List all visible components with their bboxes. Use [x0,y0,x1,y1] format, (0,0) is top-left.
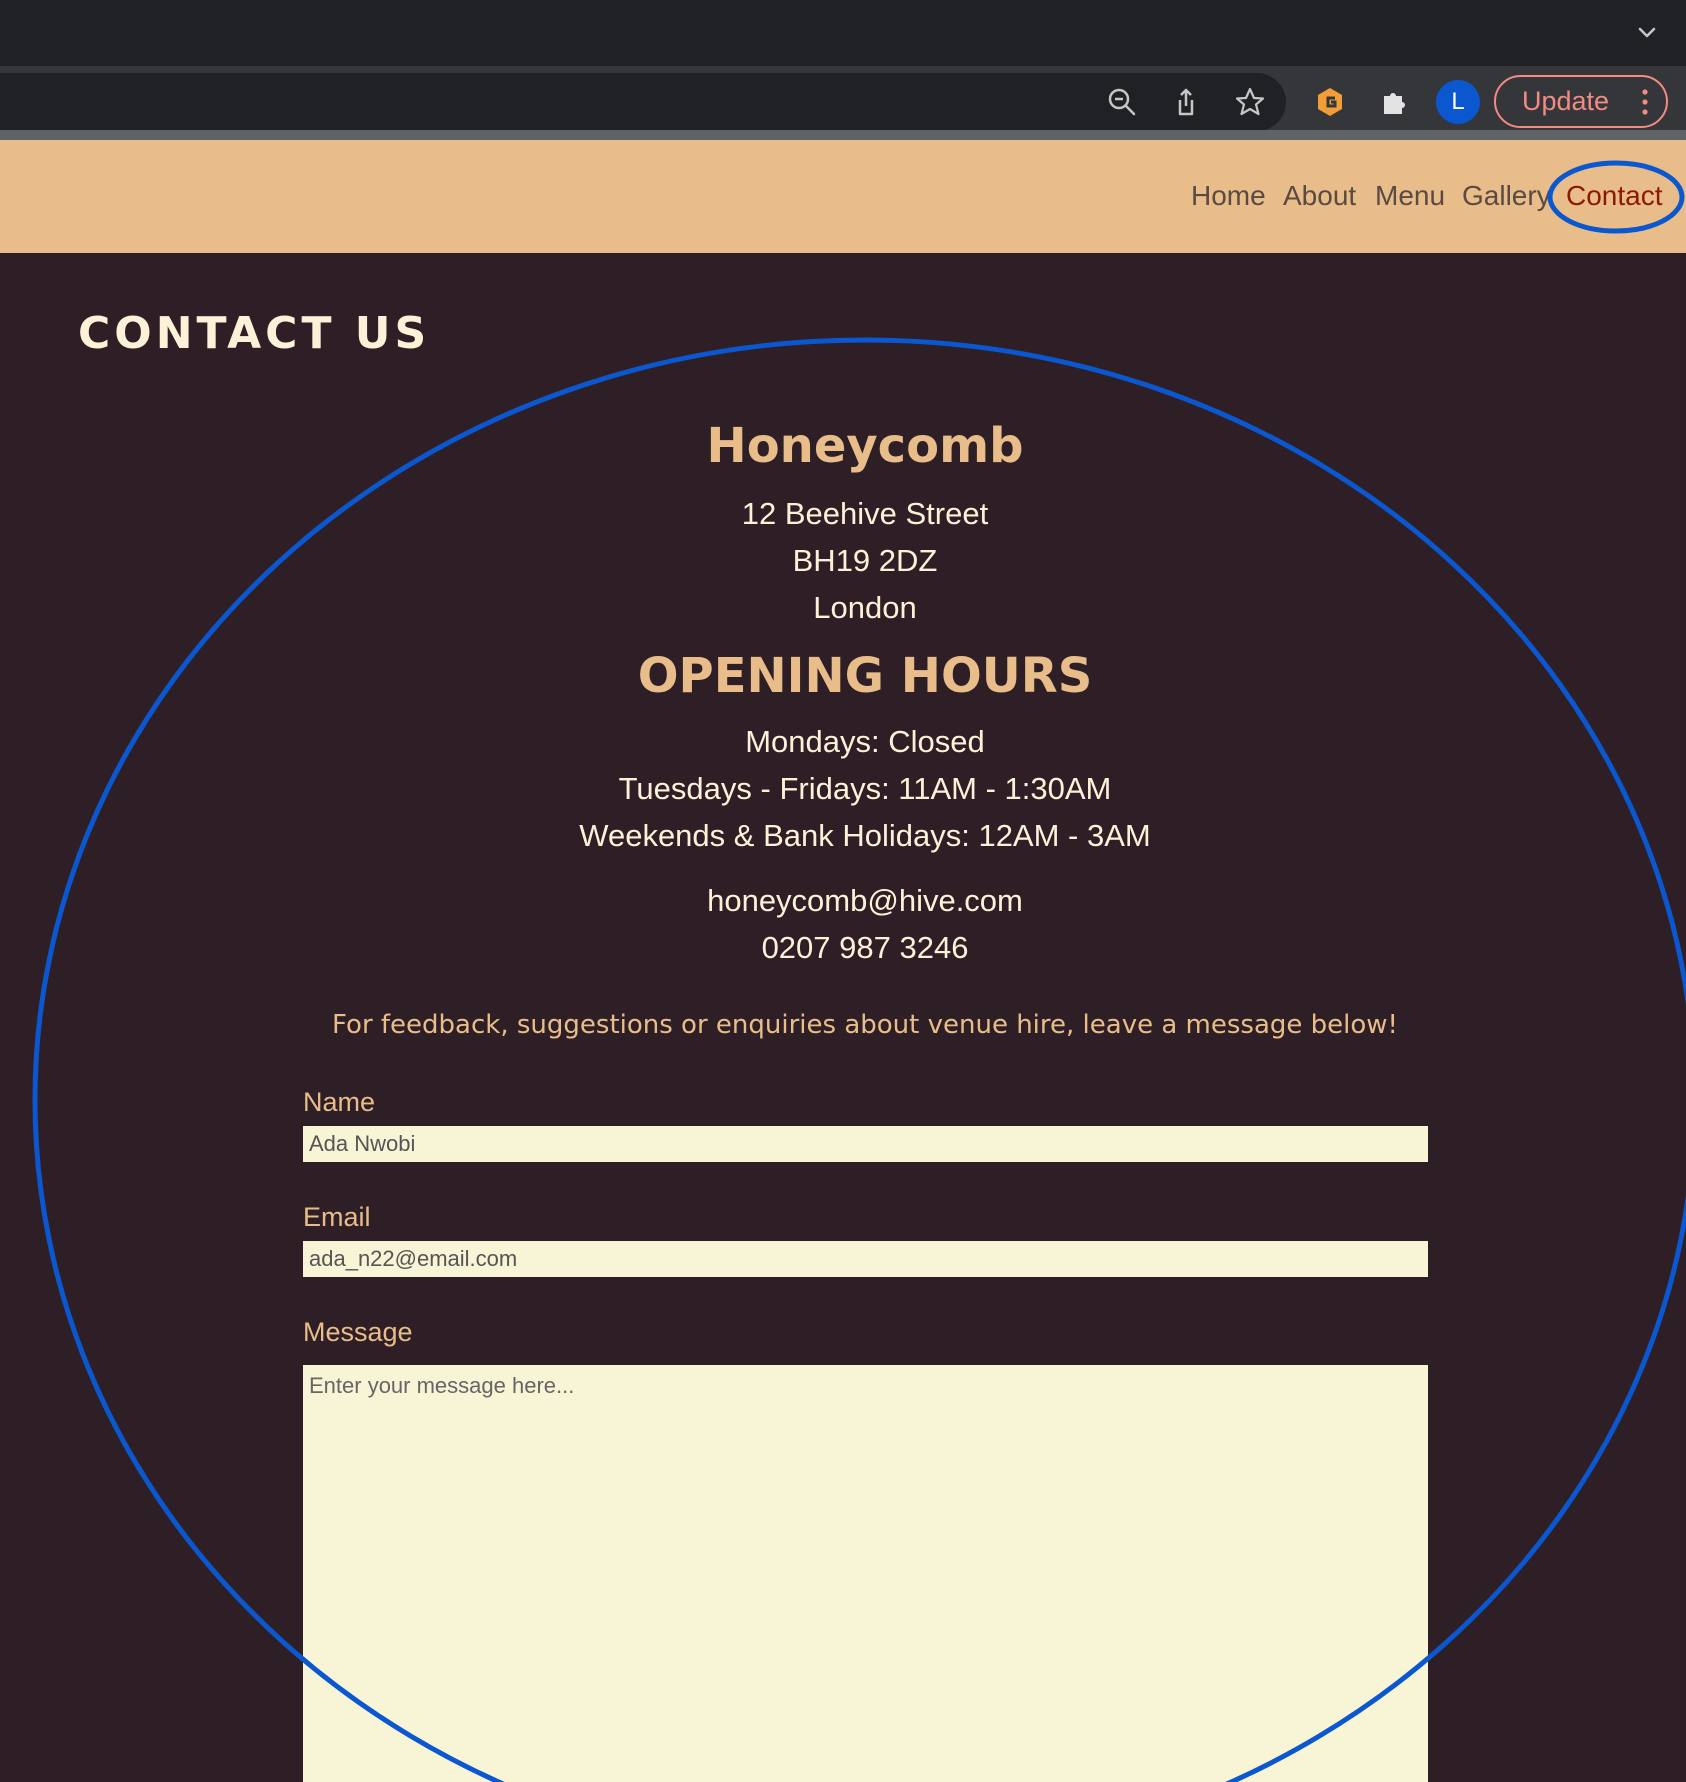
nav-about[interactable]: About [1283,180,1356,212]
update-label: Update [1522,86,1610,116]
name-label: Name [303,1087,376,1117]
contact-phone[interactable]: 0207 987 3246 [0,924,1686,971]
extension-g-icon[interactable] [1310,82,1350,122]
chevron-down-icon[interactable] [1632,18,1662,48]
update-button[interactable]: Update [1494,75,1668,128]
browser-window: L Update Home About Menu Gallery Contact… [0,0,1686,1782]
profile-avatar[interactable]: L [1436,80,1480,124]
address-bar[interactable] [0,73,1286,131]
hours-line: Tuesdays - Fridays: 11AM - 1:30AM [618,771,1112,806]
site-nav: Home About Menu Gallery Contact [0,140,1686,253]
business-name: Honeycomb [706,418,1024,474]
hours-line: Weekends & Bank Holidays: 12AM - 3AM [579,818,1151,853]
name-input[interactable] [303,1126,1428,1162]
contact-email[interactable]: honeycomb@hive.com [0,877,1686,924]
address-line: BH19 2DZ [792,543,938,578]
share-icon[interactable] [1166,82,1206,122]
email-input[interactable] [303,1241,1428,1277]
zoom-out-icon[interactable] [1102,82,1142,122]
bookmark-star-icon[interactable] [1230,82,1270,122]
nav-menu[interactable]: Menu [1375,180,1445,212]
form-intro: For feedback, suggestions or enquiries a… [332,1010,1398,1040]
message-label: Message [303,1317,413,1347]
extensions-puzzle-icon[interactable] [1374,82,1414,122]
browser-toolbar [0,66,1686,140]
email-label: Email [303,1202,371,1232]
message-textarea[interactable] [303,1365,1428,1782]
address-line: 12 Beehive Street [741,496,989,531]
more-menu-icon[interactable] [1642,87,1648,117]
nav-gallery[interactable]: Gallery [1462,180,1551,212]
nav-home[interactable]: Home [1191,180,1266,212]
address-line: London [813,590,917,625]
page-title: CONTACT US [78,308,431,359]
opening-hours-title: OPENING HOURS [637,648,1093,704]
toolbar-divider [0,130,1686,140]
nav-contact[interactable]: Contact [1566,180,1663,212]
hours-line: Mondays: Closed [745,724,985,759]
tab-strip [0,0,1686,66]
